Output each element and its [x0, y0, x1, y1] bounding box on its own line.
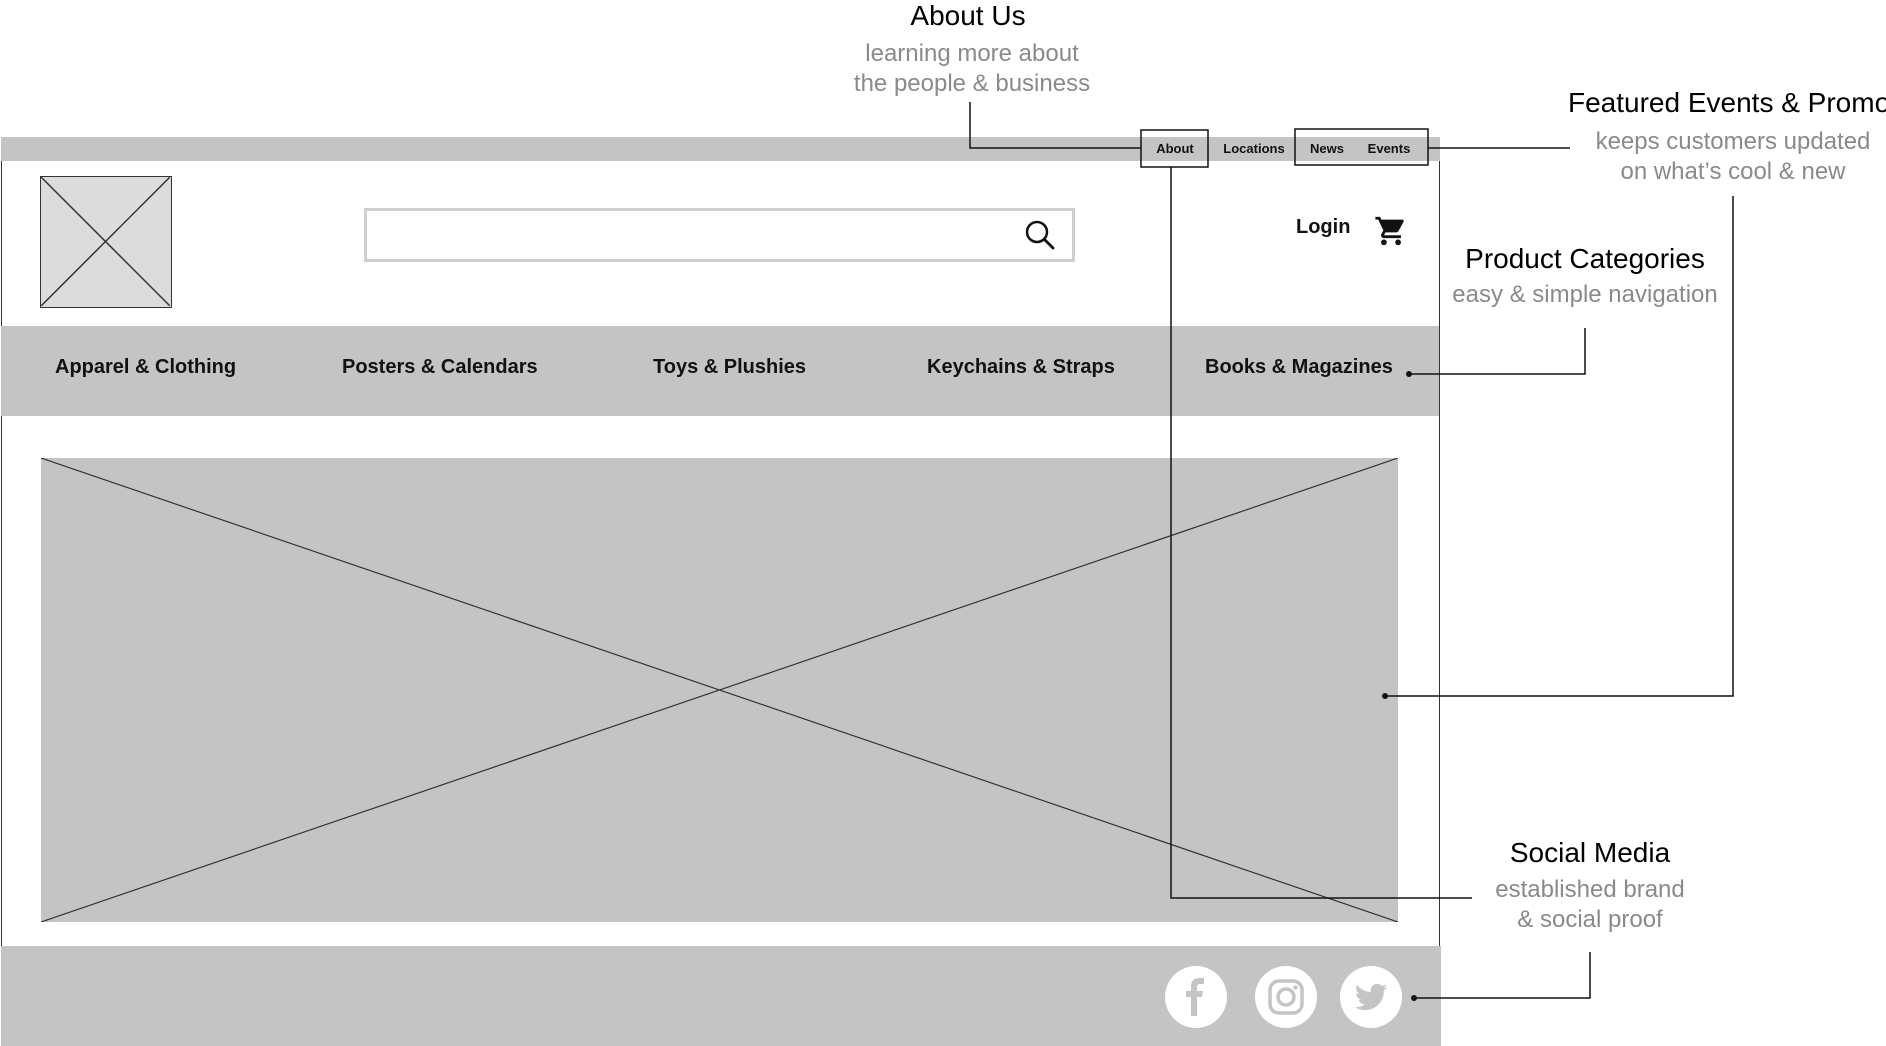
annotation-social-sub1: established brand	[1495, 876, 1685, 903]
nav-link-news[interactable]: News	[1298, 137, 1356, 161]
nav-link-about[interactable]: About	[1142, 137, 1208, 161]
instagram-button[interactable]	[1255, 966, 1317, 1028]
category-apparel[interactable]: Apparel & Clothing	[55, 356, 236, 379]
instagram-icon	[1268, 979, 1304, 1015]
category-keychains[interactable]: Keychains & Straps	[927, 356, 1115, 379]
twitter-button[interactable]	[1340, 966, 1402, 1028]
image-placeholder-icon	[41, 177, 170, 306]
facebook-icon	[1186, 978, 1204, 1016]
nav-link-events[interactable]: Events	[1356, 137, 1422, 161]
category-books[interactable]: Books & Magazines	[1205, 356, 1393, 379]
logo-placeholder[interactable]	[40, 176, 172, 308]
annotation-featured-sub2: on what’s cool & new	[1620, 158, 1846, 185]
annotation-categories-title: Product Categories	[1465, 243, 1705, 274]
shopping-cart-icon[interactable]	[1374, 214, 1408, 248]
annotation-featured-title: Featured Events & Promos	[1568, 87, 1886, 118]
annotation-social-title: Social Media	[1509, 837, 1671, 868]
annotation-featured-sub1: keeps customers updated	[1595, 128, 1871, 155]
facebook-button[interactable]	[1165, 966, 1227, 1028]
login-link[interactable]: Login	[1296, 216, 1350, 239]
annotation-categories-sub1: easy & simple navigation	[1452, 281, 1718, 308]
nav-link-locations[interactable]: Locations	[1214, 137, 1294, 161]
twitter-icon	[1355, 983, 1387, 1011]
image-placeholder-icon	[41, 458, 1398, 922]
annotation-social-sub2: & social proof	[1517, 906, 1663, 933]
category-toys[interactable]: Toys & Plushies	[653, 356, 806, 379]
annotation-about-title: About Us	[910, 0, 1026, 31]
annotation-about-sub1: learning more about	[865, 40, 1079, 67]
search-input[interactable]	[364, 208, 1075, 262]
annotation-about-sub2: the people & business	[853, 70, 1091, 97]
category-posters[interactable]: Posters & Calendars	[342, 356, 538, 379]
hero-banner[interactable]	[41, 458, 1398, 922]
search-icon[interactable]	[1024, 219, 1056, 251]
